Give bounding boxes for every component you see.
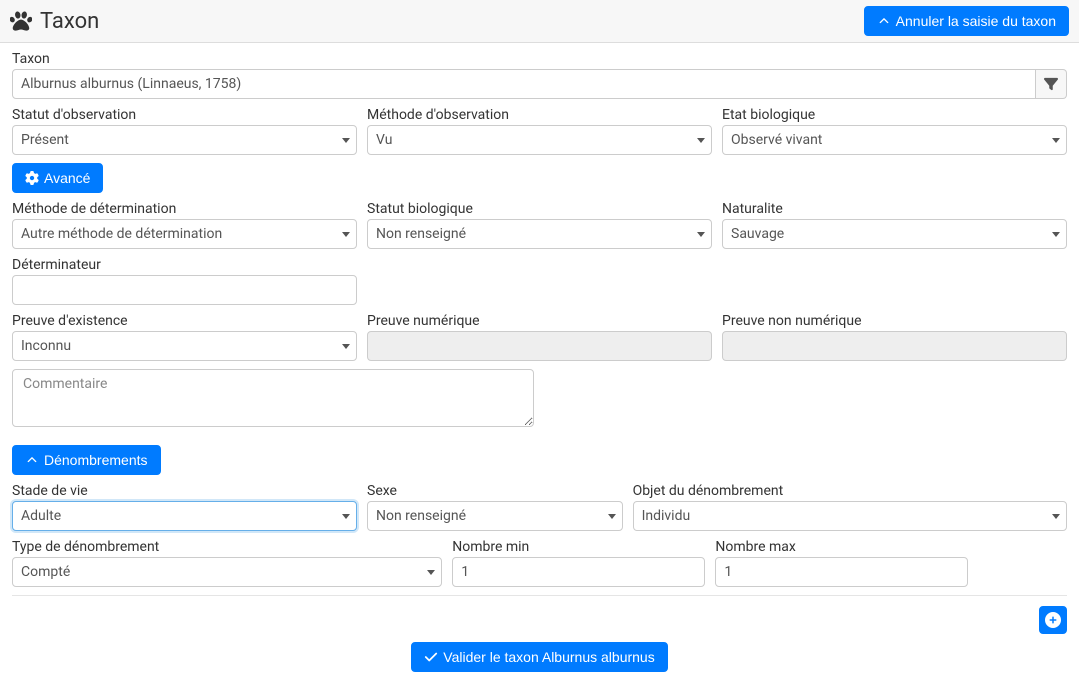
naturalite-label: Naturalite: [722, 201, 1067, 217]
header-bar: Taxon Annuler la saisie du taxon: [0, 0, 1079, 43]
naturalite-value: Sauvage: [731, 226, 784, 242]
preuve-non-num-input: [722, 331, 1067, 361]
nombre-min-label: Nombre min: [452, 539, 705, 555]
objet-denom-value: Individu: [642, 508, 691, 524]
naturalite-select[interactable]: Sauvage: [722, 219, 1067, 249]
taxon-filter-button[interactable]: [1036, 69, 1067, 99]
stade-vie-label: Stade de vie: [12, 483, 357, 499]
etat-bio-label: Etat biologique: [722, 107, 1067, 123]
type-denom-select[interactable]: Compté: [12, 557, 442, 587]
filter-icon: [1044, 77, 1058, 91]
methode-obs-select[interactable]: Vu: [367, 125, 712, 155]
statut-obs-value: Présent: [21, 132, 69, 148]
commentaire-textarea[interactable]: [12, 369, 534, 427]
denombrements-toggle-button[interactable]: Dénombrements: [12, 445, 161, 475]
sexe-value: Non renseigné: [376, 508, 466, 524]
nombre-min-value: 1: [461, 564, 469, 580]
etat-bio-select[interactable]: Observé vivant: [722, 125, 1067, 155]
statut-bio-select[interactable]: Non renseigné: [367, 219, 712, 249]
sexe-label: Sexe: [367, 483, 623, 499]
page-title-text: Taxon: [40, 9, 99, 34]
chevron-up-icon: [25, 453, 39, 467]
methode-det-value: Autre méthode de détermination: [21, 226, 222, 242]
statut-obs-label: Statut d'observation: [12, 107, 357, 123]
taxon-input[interactable]: Alburnus alburnus (Linnaeus, 1758): [12, 69, 1036, 99]
methode-det-select[interactable]: Autre méthode de détermination: [12, 219, 357, 249]
check-icon: [424, 650, 438, 664]
stade-vie-select[interactable]: Adulte: [12, 501, 357, 531]
statut-bio-label: Statut biologique: [367, 201, 712, 217]
type-denom-label: Type de dénombrement: [12, 539, 442, 555]
chevron-up-icon: [877, 14, 891, 28]
determinateur-input[interactable]: [12, 275, 357, 305]
advanced-toggle-button[interactable]: Avancé: [12, 163, 103, 193]
statut-bio-value: Non renseigné: [376, 226, 466, 242]
methode-obs-value: Vu: [376, 132, 392, 148]
sexe-select[interactable]: Non renseigné: [367, 501, 623, 531]
validate-taxon-button[interactable]: Valider le taxon Alburnus alburnus: [411, 642, 667, 672]
advanced-button-label: Avancé: [44, 170, 90, 186]
preuve-exist-select[interactable]: Inconnu: [12, 331, 357, 361]
divider: [12, 595, 1067, 596]
stade-vie-value: Adulte: [21, 508, 61, 524]
cancel-button-label: Annuler la saisie du taxon: [896, 13, 1056, 29]
taxon-label: Taxon: [12, 51, 1067, 67]
objet-denom-label: Objet du dénombrement: [633, 483, 1067, 499]
nombre-max-input[interactable]: 1: [715, 557, 968, 587]
cancel-taxon-button[interactable]: Annuler la saisie du taxon: [864, 6, 1069, 36]
paw-icon: [10, 10, 32, 32]
type-denom-value: Compté: [21, 564, 70, 580]
plus-circle-icon: [1045, 612, 1061, 628]
preuve-num-label: Preuve numérique: [367, 313, 712, 329]
methode-obs-label: Méthode d'observation: [367, 107, 712, 123]
preuve-exist-value: Inconnu: [21, 338, 71, 354]
preuve-exist-label: Preuve d'existence: [12, 313, 357, 329]
etat-bio-value: Observé vivant: [731, 132, 822, 148]
methode-det-label: Méthode de détermination: [12, 201, 357, 217]
statut-obs-select[interactable]: Présent: [12, 125, 357, 155]
validate-button-label: Valider le taxon Alburnus alburnus: [443, 649, 654, 665]
taxon-value: Alburnus alburnus (Linnaeus, 1758): [21, 76, 241, 92]
objet-denom-select[interactable]: Individu: [633, 501, 1067, 531]
preuve-non-num-label: Preuve non numérique: [722, 313, 1067, 329]
determinateur-label: Déterminateur: [12, 257, 357, 273]
nombre-min-input[interactable]: 1: [452, 557, 705, 587]
nombre-max-label: Nombre max: [715, 539, 968, 555]
page-title: Taxon: [10, 9, 99, 34]
preuve-num-input: [367, 331, 712, 361]
nombre-max-value: 1: [724, 564, 732, 580]
gear-icon: [25, 171, 39, 185]
denombrements-label: Dénombrements: [44, 452, 148, 468]
